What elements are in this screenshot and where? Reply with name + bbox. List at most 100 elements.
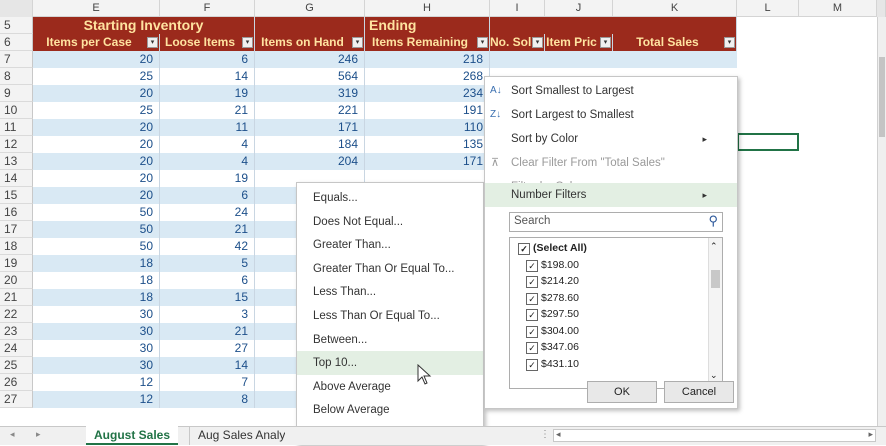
row-header[interactable]: 6	[0, 34, 33, 51]
column-header-f[interactable]: F	[160, 0, 255, 17]
horizontal-scrollbar[interactable]: ◂ ▸	[553, 429, 876, 442]
row-header[interactable]: 24	[0, 340, 33, 357]
cell-h[interactable]: 171	[365, 153, 490, 170]
cell-f[interactable]: 42	[160, 238, 255, 255]
sort-by-color-item[interactable]: Sort by Color ▸	[485, 127, 737, 151]
sort-desc-item[interactable]: Z↓ Sort Largest to Smallest	[485, 103, 737, 127]
row-header[interactable]: 14	[0, 170, 33, 187]
cell-h[interactable]: 234	[365, 85, 490, 102]
submenu-item[interactable]: Less Than Or Equal To...	[297, 304, 483, 328]
row-header[interactable]: 8	[0, 68, 33, 85]
cell-e[interactable]: 18	[33, 289, 160, 306]
filter-value-item[interactable]: ✓ $297.50	[526, 308, 579, 321]
filter-dropdown-icon[interactable]: ▾	[477, 37, 488, 48]
table-header[interactable]: Items per Case	[33, 34, 160, 51]
column-header-m[interactable]: M	[799, 0, 877, 17]
cell-e[interactable]: 20	[33, 85, 160, 102]
scrollbar-thumb[interactable]	[879, 57, 885, 137]
filter-value-item[interactable]: ✓ (Select All)	[518, 242, 587, 255]
cell-e[interactable]: 18	[33, 255, 160, 272]
cell-g[interactable]: 221	[255, 102, 365, 119]
column-header-l[interactable]: L	[737, 0, 799, 17]
cell-e[interactable]: 50	[33, 238, 160, 255]
cell-e[interactable]: 25	[33, 102, 160, 119]
row-header[interactable]: 15	[0, 187, 33, 204]
submenu-item[interactable]: Above Average	[297, 375, 483, 399]
cell-e[interactable]: 50	[33, 221, 160, 238]
cell-f[interactable]: 21	[160, 221, 255, 238]
list-scrollbar-thumb[interactable]	[711, 270, 720, 288]
submenu-item[interactable]: Greater Than...	[297, 233, 483, 257]
cell-e[interactable]: 30	[33, 306, 160, 323]
cell-f[interactable]: 8	[160, 391, 255, 408]
sort-asc-item[interactable]: A↓ Sort Smallest to Largest	[485, 79, 737, 103]
cancel-button[interactable]: Cancel	[664, 381, 734, 403]
row-header[interactable]: 21	[0, 289, 33, 306]
filter-value-item[interactable]: ✓ $214.20	[526, 275, 579, 288]
cell-f[interactable]: 14	[160, 357, 255, 374]
filter-value-item[interactable]: ✓ $198.00	[526, 259, 579, 272]
cell-e[interactable]: 25	[33, 68, 160, 85]
submenu-item[interactable]: Below Average	[297, 398, 483, 422]
cell-f[interactable]: 14	[160, 68, 255, 85]
column-header-g[interactable]: G	[255, 0, 365, 17]
row-header[interactable]: 25	[0, 357, 33, 374]
filter-dropdown-icon[interactable]: ▾	[532, 37, 543, 48]
cell-g[interactable]: 246	[255, 51, 365, 68]
column-header-k[interactable]: K	[613, 0, 737, 17]
clear-filter-item[interactable]: ⊼ Clear Filter From "Total Sales"	[485, 151, 737, 175]
filter-dropdown-icon[interactable]: ▾	[352, 37, 363, 48]
filter-value-item[interactable]: ✓ $278.60	[526, 292, 579, 305]
cell-e[interactable]: 30	[33, 323, 160, 340]
row-header[interactable]: 26	[0, 374, 33, 391]
cell-f[interactable]: 24	[160, 204, 255, 221]
filter-value-item[interactable]: ✓ $304.00	[526, 325, 579, 338]
cell-h[interactable]: 110	[365, 119, 490, 136]
cell-h[interactable]: 218	[365, 51, 490, 68]
cell-g[interactable]: 564	[255, 68, 365, 85]
scroll-up-icon[interactable]: ⌃	[710, 241, 718, 252]
cell-e[interactable]: 12	[33, 374, 160, 391]
checkbox-checked-icon[interactable]: ✓	[526, 309, 538, 321]
scroll-down-icon[interactable]: ⌄	[710, 370, 718, 381]
filter-values-list[interactable]: ⌃ ⌄ ✓ (Select All) ✓ $198.00 ✓ $214.20 ✓ $278.6…	[509, 237, 723, 389]
row-header[interactable]: 5	[0, 17, 33, 34]
submenu-item[interactable]: Does Not Equal...	[297, 210, 483, 234]
filter-dropdown-icon[interactable]: ▾	[724, 37, 735, 48]
submenu-item[interactable]: Less Than...	[297, 280, 483, 304]
scroll-right-icon[interactable]: ▸	[868, 429, 873, 440]
cell-f[interactable]: 6	[160, 187, 255, 204]
ok-button[interactable]: OK	[587, 381, 657, 403]
column-header-h[interactable]: H	[365, 0, 490, 17]
checkbox-checked-icon[interactable]: ✓	[526, 259, 538, 272]
filter-value-item[interactable]: ✓ $431.10	[526, 358, 579, 371]
table-header[interactable]: Items Remaining	[365, 34, 490, 51]
table-header[interactable]: Items on Hand	[255, 34, 365, 51]
cell-f[interactable]: 11	[160, 119, 255, 136]
table-header[interactable]: Loose Items	[160, 34, 255, 51]
cell-e[interactable]: 30	[33, 340, 160, 357]
row-header[interactable]: 22	[0, 306, 33, 323]
row-header[interactable]: 18	[0, 238, 33, 255]
filter-search-box[interactable]: Search ⚲	[509, 212, 723, 232]
cell-g[interactable]: 319	[255, 85, 365, 102]
list-scrollbar[interactable]: ⌃ ⌄	[708, 238, 722, 388]
row-header[interactable]: 12	[0, 136, 33, 153]
row-header[interactable]: 27	[0, 391, 33, 408]
row-header[interactable]: 9	[0, 85, 33, 102]
cell-e[interactable]: 20	[33, 51, 160, 68]
checkbox-checked-icon[interactable]: ✓	[526, 342, 538, 354]
tab-next-icon[interactable]: ▸	[36, 429, 41, 440]
sheet-tab-aug-sales-analysis[interactable]: Aug Sales Analys	[189, 426, 285, 445]
cell-f[interactable]: 19	[160, 170, 255, 187]
filter-dropdown-icon[interactable]: ▾	[600, 37, 611, 48]
cell-g[interactable]: 204	[255, 153, 365, 170]
vertical-scrollbar[interactable]	[877, 17, 886, 426]
checkbox-checked-icon[interactable]: ✓	[518, 243, 530, 255]
row-header[interactable]: 20	[0, 272, 33, 289]
cell-f[interactable]: 19	[160, 85, 255, 102]
column-header-j[interactable]: J	[545, 0, 613, 17]
row-header[interactable]: 16	[0, 204, 33, 221]
row-header[interactable]: 19	[0, 255, 33, 272]
cell-e[interactable]: 12	[33, 391, 160, 408]
